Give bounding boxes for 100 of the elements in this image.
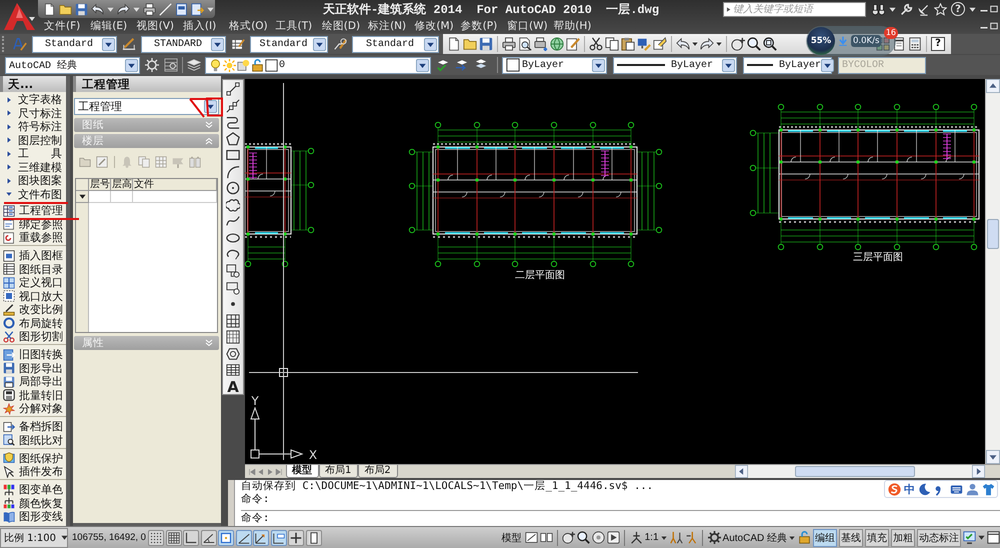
palette-category[interactable]: 图块图案 [0, 174, 66, 188]
layers-arrow-icon[interactable] [455, 58, 469, 72]
menu-item[interactable]: 格式(O) [229, 18, 276, 32]
palette-tool[interactable]: 改变比例 [0, 303, 66, 316]
table-cell[interactable] [111, 191, 133, 203]
s-logo-icon[interactable] [888, 482, 901, 496]
circle-icon[interactable] [226, 181, 240, 196]
document-icon[interactable] [175, 2, 188, 16]
dropdown-arrow-icon[interactable] [692, 41, 698, 47]
vertical-scrollbar[interactable] [985, 79, 1000, 464]
workspace-switch-button[interactable]: AutoCAD 经典 [706, 528, 796, 546]
style-dropdown[interactable]: STANDARD [141, 36, 226, 52]
calculator-icon[interactable] [908, 37, 922, 51]
plus-icon[interactable] [288, 530, 304, 546]
palette-tool[interactable]: 图变单色 [0, 483, 66, 496]
toggle-button[interactable]: 填充 [865, 528, 889, 546]
help-button[interactable]: ? [951, 2, 965, 16]
ellipse-icon[interactable] [226, 230, 240, 245]
property-dropdown[interactable]: ByLayer [613, 56, 737, 74]
steering-wheel-icon[interactable] [592, 531, 605, 544]
line-icon[interactable] [226, 82, 240, 96]
binoculars-icon[interactable] [872, 2, 885, 16]
palette-tool[interactable]: 颜色恢复 [0, 496, 66, 510]
rectangle-icon[interactable] [226, 148, 240, 162]
folder-icon[interactable] [463, 37, 477, 51]
palette-category[interactable]: 尺寸标注 [0, 106, 66, 120]
shirt-icon[interactable] [982, 482, 995, 496]
palette-window-icon[interactable] [892, 37, 906, 51]
padlock-icon[interactable] [798, 531, 811, 544]
diagonal-line-icon[interactable] [159, 2, 172, 16]
menu-item[interactable]: 文件(F) [44, 18, 90, 32]
palette-tool[interactable]: 图形变线 [0, 510, 66, 524]
document-icon[interactable] [447, 37, 461, 51]
star-icon[interactable] [934, 2, 947, 16]
monitor-check-icon[interactable] [963, 531, 976, 544]
horizontal-scrollbar[interactable] [735, 465, 985, 478]
person-icon[interactable] [966, 482, 979, 496]
gear-icon[interactable] [145, 58, 159, 72]
toggle-button[interactable]: 编组 [813, 528, 837, 546]
scroll-thumb[interactable] [795, 466, 915, 478]
palette-tool[interactable]: 视口放大 [0, 290, 66, 303]
menu-item[interactable]: 窗口(W) [506, 18, 554, 32]
cloud-icon[interactable] [226, 198, 240, 212]
drawing-canvas[interactable] [245, 79, 985, 464]
scroll-thumb[interactable] [987, 219, 999, 249]
annotation-autoscale-icon[interactable] [684, 531, 698, 544]
layout-tab[interactable]: 布局2 [358, 465, 398, 478]
printer-icon[interactable] [143, 2, 156, 16]
row-header-cell[interactable] [76, 191, 89, 203]
hatch-icon[interactable] [226, 314, 240, 328]
maximize-icon[interactable] [990, 22, 998, 30]
palette-tool[interactable]: 局部导出 [0, 375, 66, 388]
copy-icon[interactable] [605, 37, 619, 51]
style-dropdown[interactable]: Standard [352, 36, 439, 52]
ellipse-arc-icon[interactable] [226, 247, 240, 262]
document-pen-icon[interactable] [566, 37, 580, 51]
grip-bar[interactable] [228, 480, 235, 526]
letter-pen-icon[interactable] [13, 37, 27, 51]
table-icon[interactable] [226, 363, 240, 378]
grid-icon[interactable] [166, 530, 182, 546]
polyline-icon[interactable] [226, 115, 240, 130]
palette-tool[interactable]: 定义视口 [0, 276, 66, 290]
text-tool-button[interactable]: A [226, 380, 240, 394]
palette-tool[interactable]: 图形切割 [0, 330, 66, 344]
menu-item[interactable]: 参数(P) [460, 18, 507, 32]
layout-panes-icon[interactable] [540, 531, 553, 544]
arc-icon[interactable] [226, 164, 240, 179]
menu-item[interactable]: 标注(N) [368, 18, 414, 32]
layers-icon[interactable] [187, 58, 201, 72]
leader-pen-icon[interactable] [333, 37, 347, 51]
tracking-angle-icon[interactable] [236, 530, 252, 546]
palette-tool[interactable]: 工程管理 [0, 204, 66, 218]
palette-tool[interactable]: 插入图框 [0, 249, 66, 262]
toggle-button[interactable]: 动态标注 [917, 528, 961, 546]
table-pen-icon[interactable] [231, 37, 245, 51]
block-insert-icon[interactable] [226, 264, 240, 278]
toggle-button[interactable]: 基线 [839, 528, 863, 546]
dynamic-ucs-icon[interactable] [253, 530, 269, 546]
table-cell[interactable] [89, 191, 111, 203]
dropdown-arrow-icon[interactable] [969, 6, 976, 12]
moon-icon[interactable] [918, 482, 931, 496]
dynamic-input-icon[interactable] [270, 530, 286, 546]
scissors-icon[interactable] [589, 37, 603, 51]
palette-tool[interactable]: 旧图转换 [0, 348, 66, 362]
block-icon[interactable] [226, 280, 240, 295]
palette-tool[interactable]: 图纸目录 [0, 262, 66, 276]
palette-tool[interactable]: 布局旋转 [0, 316, 66, 330]
style-dropdown[interactable]: Standard [32, 36, 117, 52]
menu-item[interactable]: 插入(I) [182, 18, 230, 32]
column-header[interactable]: 层高 [111, 179, 133, 191]
menu-item[interactable]: 绘图(D) [322, 18, 368, 32]
circle-plus-icon[interactable] [562, 531, 575, 544]
menu-item[interactable]: 视图(V) [136, 18, 183, 32]
column-header[interactable]: 层号 [89, 179, 111, 191]
region-icon[interactable] [226, 346, 240, 361]
dropdown-arrow-icon[interactable] [716, 41, 722, 47]
redo-arrow-icon[interactable] [700, 37, 714, 51]
document-magnifier-icon[interactable] [518, 37, 532, 51]
construction-line-icon[interactable] [226, 98, 240, 113]
keyboard-icon[interactable] [950, 482, 963, 496]
